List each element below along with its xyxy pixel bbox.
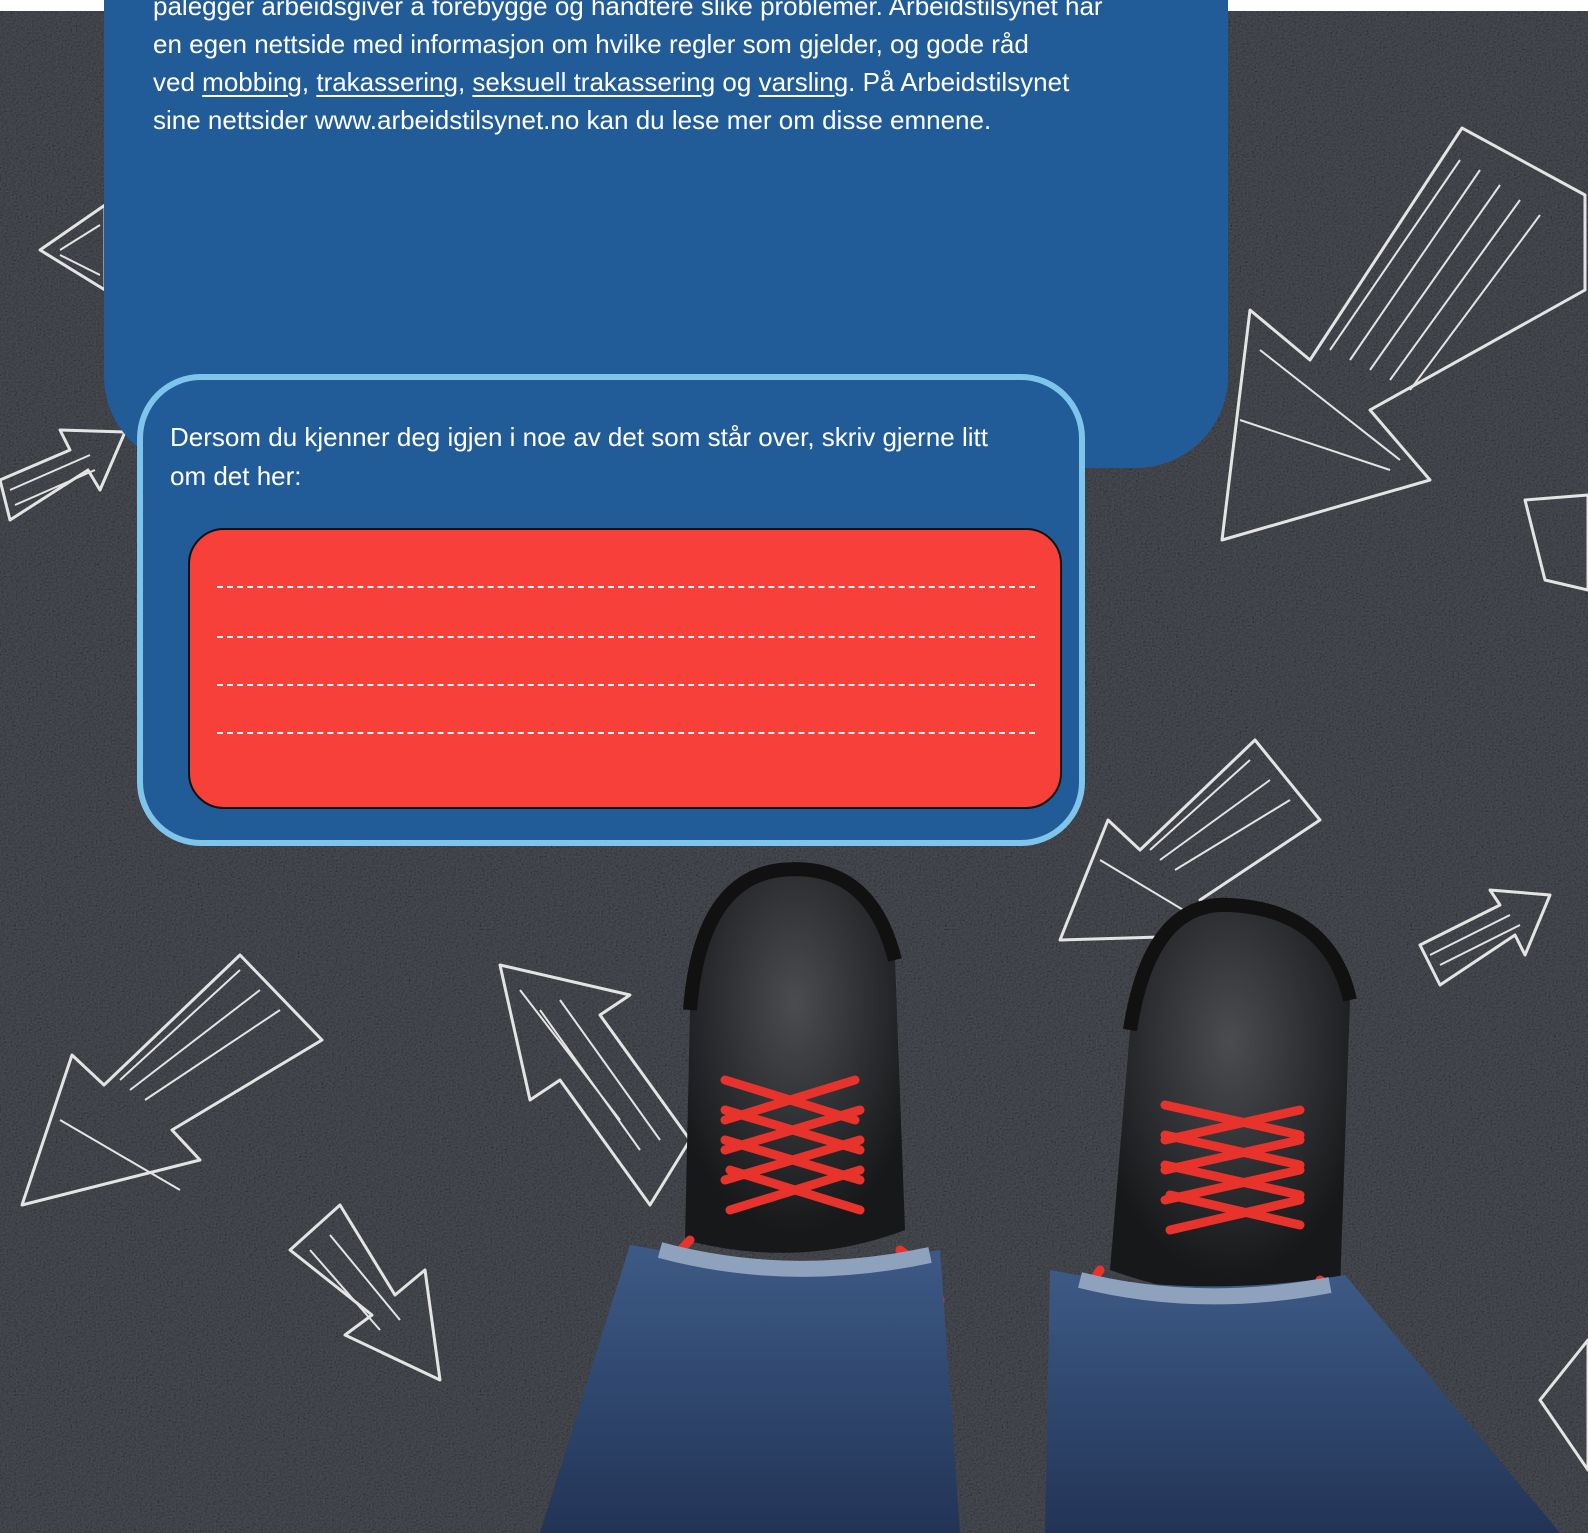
answer-line[interactable] (217, 684, 1035, 686)
reflection-prompt: Dersom du kjenner deg igjen i noe av det… (170, 418, 1070, 496)
answer-field[interactable] (188, 528, 1062, 809)
answer-line[interactable] (217, 636, 1035, 638)
seksuell-trakassering-link[interactable]: seksuell trakassering (472, 67, 715, 97)
separator: , (301, 67, 317, 97)
mobbing-link[interactable]: mobbing (202, 67, 302, 97)
sneaker-icon (1110, 897, 1357, 1297)
conjunction: og (715, 67, 759, 97)
info-line: pålegger arbeidsgiver å forebygge og hån… (153, 0, 1103, 21)
sneaker-icon (683, 862, 905, 1253)
trakassering-link[interactable]: trakassering (316, 67, 458, 97)
separator: , (457, 67, 473, 97)
prompt-line: om det her: (170, 461, 302, 491)
info-paragraph: pålegger arbeidsgiver å forebygge og hån… (153, 0, 1193, 139)
info-line-prefix: ved (153, 67, 203, 97)
answer-line[interactable] (217, 732, 1035, 734)
info-line-suffix: . På Arbeidstilsynet (848, 67, 1070, 97)
info-line: en egen nettside med informasjon om hvil… (153, 29, 1029, 59)
info-line: sine nettsider www.arbeidstilsynet.no ka… (153, 105, 992, 135)
answer-line[interactable] (217, 586, 1035, 588)
varsling-link[interactable]: varsling (759, 67, 849, 97)
prompt-line: Dersom du kjenner deg igjen i noe av det… (170, 422, 988, 452)
